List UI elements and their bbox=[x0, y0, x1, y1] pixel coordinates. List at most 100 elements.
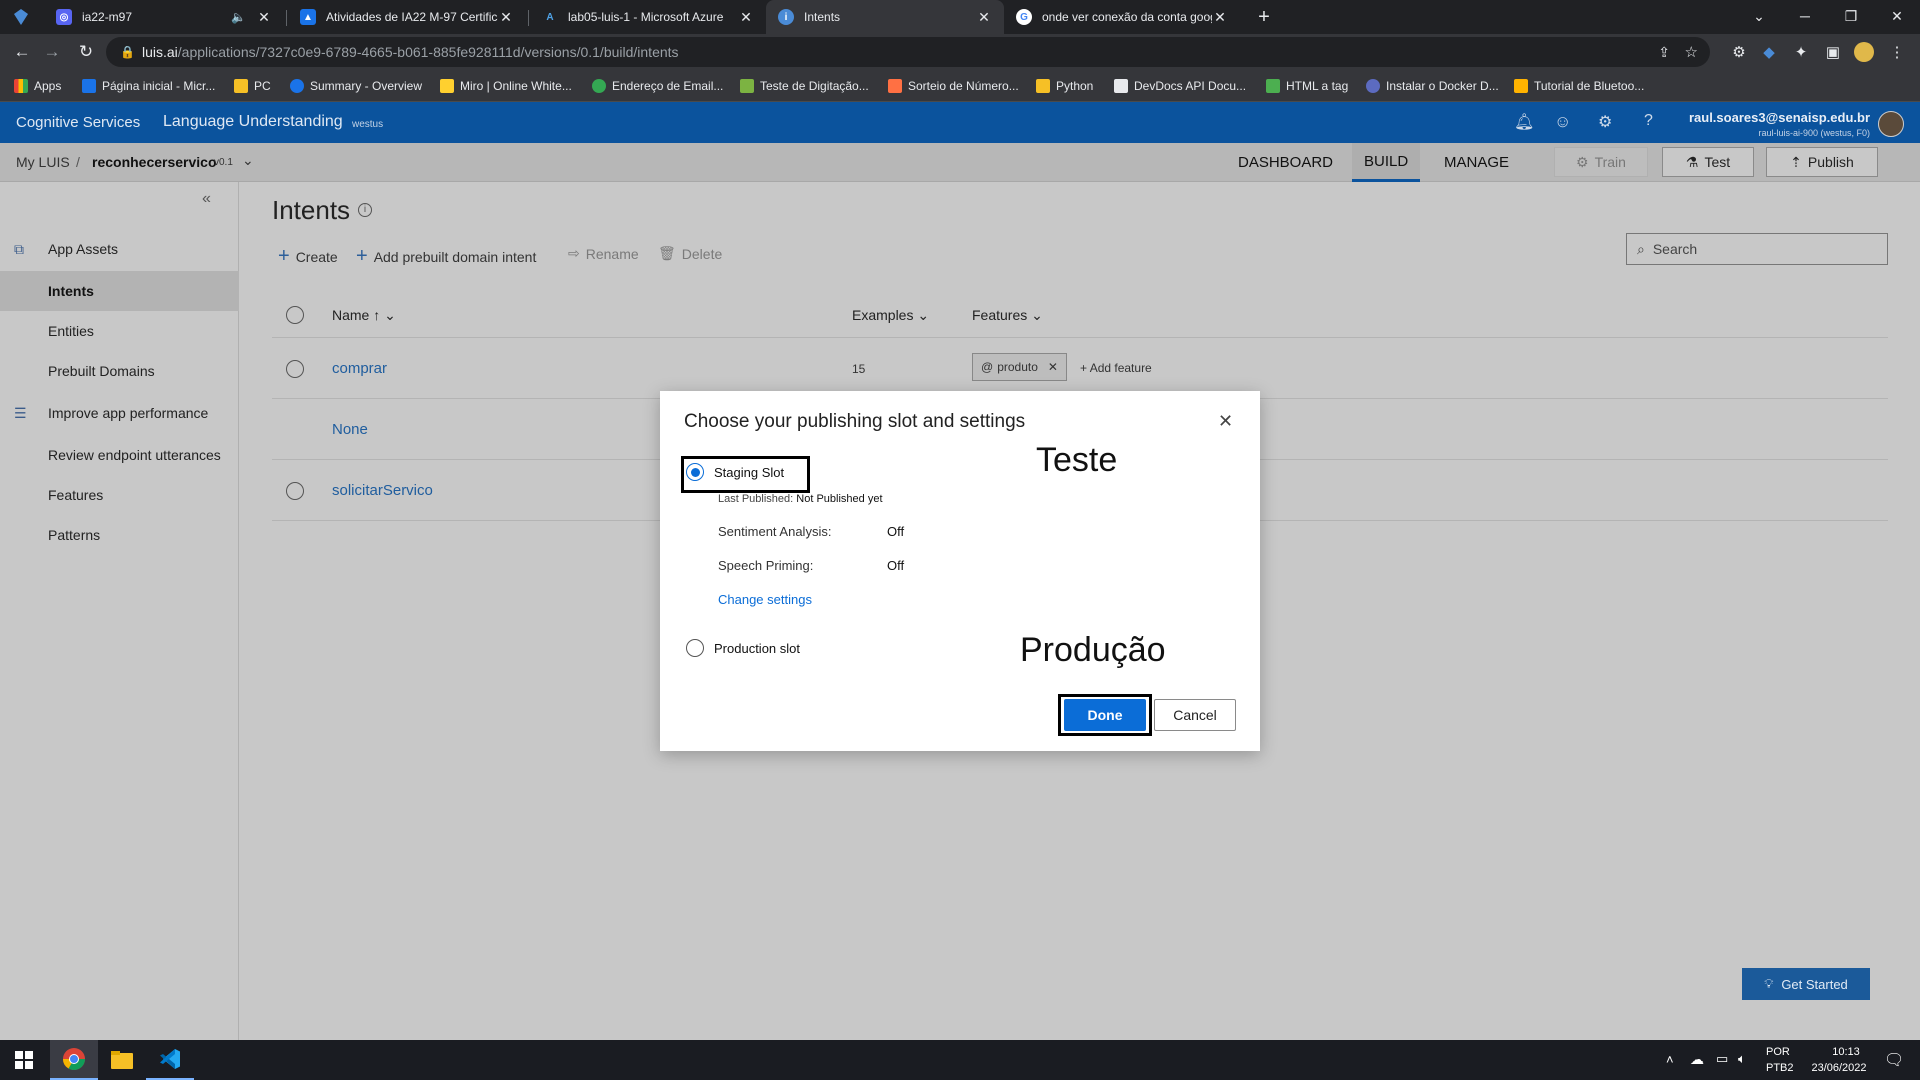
delete-button[interactable]: 🗑︎ Delete bbox=[658, 245, 722, 262]
sidebar-item-entities[interactable]: Entities bbox=[0, 311, 239, 351]
tab-intents[interactable]: i Intents ✕ bbox=[766, 0, 1004, 34]
cancel-button[interactable]: Cancel bbox=[1154, 699, 1236, 731]
language-indicator[interactable]: POR bbox=[1766, 1046, 1790, 1058]
sidebar-item-intents[interactable]: Intents bbox=[0, 271, 239, 311]
done-button[interactable]: Done bbox=[1064, 699, 1146, 731]
brand-link[interactable]: Cognitive Services bbox=[16, 114, 140, 131]
chrome-taskbar-icon[interactable] bbox=[50, 1040, 98, 1080]
breadcrumb-my-luis[interactable]: My LUIS bbox=[16, 154, 70, 170]
add-prebuilt-intent-button[interactable]: + Add prebuilt domain intent bbox=[356, 245, 536, 268]
reload-icon[interactable]: ↻ bbox=[74, 40, 98, 64]
add-feature-button[interactable]: + Add feature bbox=[1080, 361, 1152, 375]
collapse-nav-icon[interactable]: « bbox=[202, 190, 211, 208]
bookmark-pc[interactable]: PC bbox=[234, 76, 271, 96]
close-icon[interactable]: ✕ bbox=[1218, 411, 1233, 432]
address-bar[interactable]: 🔒 luis.ai/applications/7327c0e9-6789-466… bbox=[106, 37, 1710, 67]
bookmark-summary[interactable]: Summary - Overview bbox=[290, 76, 422, 96]
extensions-puzzle-icon[interactable]: ✦ bbox=[1790, 41, 1812, 63]
select-all-checkbox[interactable] bbox=[286, 306, 304, 324]
row-select-radio[interactable] bbox=[286, 482, 304, 500]
bookmark-star-icon[interactable]: ☆ bbox=[1685, 43, 1698, 61]
volume-muted-icon[interactable]: 🔈︎ bbox=[1738, 1051, 1746, 1067]
create-button[interactable]: + Create bbox=[278, 245, 338, 268]
bookmark-html[interactable]: HTML a tag bbox=[1266, 76, 1348, 96]
tab-atividades[interactable]: ▲ Atividades de IA22 M-97 Certifica ✕ bbox=[288, 0, 526, 34]
tab-build[interactable]: BUILD bbox=[1352, 143, 1421, 182]
bookmark-digitacao[interactable]: Teste de Digitação... bbox=[740, 76, 869, 96]
keyboard-layout[interactable]: PTB2 bbox=[1766, 1062, 1794, 1074]
profile-avatar[interactable] bbox=[1854, 42, 1874, 62]
back-icon[interactable]: ← bbox=[10, 40, 34, 64]
network-icon[interactable]: ▭ bbox=[1716, 1051, 1728, 1067]
tab-azure[interactable]: A lab05-luis-1 - Microsoft Azure ✕ bbox=[530, 0, 766, 34]
tab-ia22-m97[interactable]: ◎ ia22-m97 🔈 ✕ bbox=[44, 0, 284, 34]
vscode-icon[interactable] bbox=[146, 1040, 194, 1080]
column-header-features[interactable]: Features ⌄ bbox=[972, 307, 1043, 324]
chevron-down-icon[interactable]: ⌄ bbox=[242, 152, 254, 169]
bookmark-miro[interactable]: Miro | Online White... bbox=[440, 76, 572, 96]
train-button[interactable]: ⚙ Train bbox=[1554, 147, 1648, 177]
breadcrumb-app-name[interactable]: reconhecerservico bbox=[92, 154, 217, 170]
forward-icon[interactable]: → bbox=[40, 40, 64, 64]
menu-kebab-icon[interactable]: ⋮ bbox=[1886, 41, 1908, 63]
bookmark-bluetooth[interactable]: Tutorial de Bluetoo... bbox=[1514, 76, 1644, 96]
extension-pin-icon[interactable]: ◆ bbox=[1758, 41, 1780, 63]
get-started-button[interactable]: 💡︎ Get Started bbox=[1742, 968, 1870, 1000]
extension-gear-icon[interactable]: ⚙ bbox=[1728, 41, 1750, 63]
sidebar-item-patterns[interactable]: Patterns bbox=[0, 515, 239, 555]
production-slot-radio[interactable]: Production slot bbox=[686, 639, 800, 657]
speaker-muted-icon[interactable]: 🔈 bbox=[231, 10, 246, 24]
sidebar-item-features[interactable]: Features bbox=[0, 475, 239, 515]
rename-button[interactable]: ⇨ Rename bbox=[568, 245, 639, 262]
restore-icon[interactable]: ❐ bbox=[1828, 0, 1874, 32]
search-input[interactable]: ⌕ Search bbox=[1626, 233, 1888, 265]
table-row[interactable]: comprar 15 @ produto ✕ + Add feature bbox=[272, 339, 1888, 399]
close-window-icon[interactable]: ✕ bbox=[1874, 0, 1920, 32]
side-panel-icon[interactable]: ▣ bbox=[1822, 41, 1844, 63]
tab-search-icon[interactable] bbox=[14, 0, 34, 34]
smiley-icon[interactable]: ☺ bbox=[1554, 112, 1571, 132]
onedrive-icon[interactable]: ☁ bbox=[1690, 1051, 1704, 1068]
bookmark-email[interactable]: Endereço de Email... bbox=[592, 76, 723, 96]
help-icon[interactable]: ? bbox=[1644, 112, 1653, 130]
remove-feature-icon[interactable]: ✕ bbox=[1048, 360, 1058, 374]
bookmark-python[interactable]: Python bbox=[1036, 76, 1093, 96]
notifications-icon[interactable]: 🗨︎ bbox=[1884, 1050, 1904, 1070]
tray-chevron-icon[interactable]: ˄ bbox=[1666, 1052, 1674, 1067]
intent-link[interactable]: comprar bbox=[332, 360, 387, 377]
intent-link[interactable]: None bbox=[332, 421, 368, 438]
column-header-name[interactable]: Name ↑ ⌄ bbox=[332, 307, 396, 324]
sidebar-item-prebuilt-domains[interactable]: Prebuilt Domains bbox=[0, 351, 239, 391]
publish-button[interactable]: ⇡ Publish bbox=[1766, 147, 1878, 177]
close-icon[interactable]: ✕ bbox=[256, 9, 272, 25]
user-email[interactable]: raul.soares3@senaisp.edu.br bbox=[1688, 110, 1870, 125]
tab-google[interactable]: G onde ver conexão da conta goog ✕ bbox=[1004, 0, 1240, 34]
close-icon[interactable]: ✕ bbox=[738, 9, 754, 25]
file-explorer-icon[interactable] bbox=[98, 1040, 146, 1080]
bookmark-docker[interactable]: Instalar o Docker D... bbox=[1366, 76, 1499, 96]
close-icon[interactable]: ✕ bbox=[498, 9, 514, 25]
staging-slot-radio[interactable]: Staging Slot bbox=[686, 463, 784, 481]
minimize-icon[interactable]: ─ bbox=[1782, 0, 1828, 32]
tab-search-chevron-icon[interactable]: ⌄ bbox=[1736, 0, 1782, 32]
sidebar-item-review[interactable]: Review endpoint utterances bbox=[0, 435, 239, 475]
info-icon[interactable]: i bbox=[358, 203, 372, 217]
test-button[interactable]: ⚗ Test bbox=[1662, 147, 1754, 177]
clock-date[interactable]: 23/06/2022 bbox=[1800, 1062, 1878, 1074]
bookmark-pagina-inicial[interactable]: Página inicial - Micr... bbox=[82, 76, 215, 96]
bookmark-apps[interactable]: Apps bbox=[14, 76, 61, 96]
tab-dashboard[interactable]: DASHBOARD bbox=[1226, 143, 1345, 182]
close-icon[interactable]: ✕ bbox=[976, 9, 992, 25]
change-settings-link[interactable]: Change settings bbox=[718, 592, 812, 607]
close-icon[interactable]: ✕ bbox=[1212, 9, 1228, 25]
sidebar-item-improve[interactable]: ☰ Improve app performance bbox=[0, 393, 239, 433]
bookmark-devdocs[interactable]: DevDocs API Docu... bbox=[1114, 76, 1246, 96]
new-tab-button[interactable]: + bbox=[1248, 0, 1280, 34]
windows-start-icon[interactable] bbox=[0, 1040, 48, 1080]
bookmark-sorteio[interactable]: Sorteio de Número... bbox=[888, 76, 1019, 96]
clock-time[interactable]: 10:13 bbox=[1816, 1046, 1876, 1058]
sidebar-item-app-assets[interactable]: ⧉ App Assets bbox=[0, 229, 239, 269]
avatar[interactable] bbox=[1878, 111, 1904, 137]
bell-icon[interactable]: 🔔︎ bbox=[1514, 112, 1534, 132]
row-select-radio[interactable] bbox=[286, 360, 304, 378]
